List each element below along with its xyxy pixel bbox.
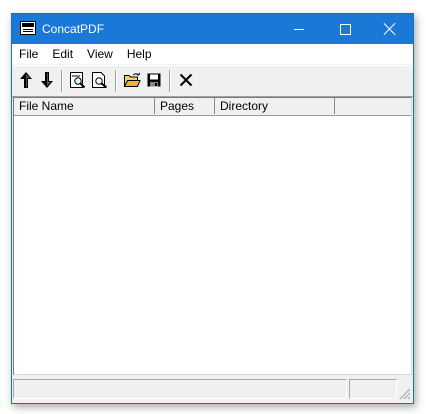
- status-bar: [12, 376, 413, 402]
- list-header: File Name Pages Directory: [14, 98, 411, 116]
- close-icon: [384, 23, 396, 35]
- move-up-icon: [20, 72, 32, 88]
- preview-button[interactable]: [90, 70, 110, 90]
- minimize-button[interactable]: [276, 14, 322, 44]
- status-pane-main: [13, 379, 347, 399]
- toolbar-separator: [169, 70, 171, 92]
- move-down-icon: [41, 72, 53, 88]
- column-header-file-name[interactable]: File Name: [14, 98, 155, 114]
- column-header-pages[interactable]: Pages: [155, 98, 215, 114]
- save-button[interactable]: [144, 70, 164, 90]
- menu-help[interactable]: Help: [120, 44, 159, 64]
- toolbar-separator: [61, 70, 63, 92]
- column-header-directory[interactable]: Directory: [215, 98, 335, 114]
- file-list[interactable]: File Name Pages Directory: [13, 97, 412, 375]
- find-button[interactable]: [68, 70, 88, 90]
- toolbar: [12, 65, 413, 97]
- status-pane-secondary: [349, 379, 397, 399]
- close-button[interactable]: [367, 14, 413, 44]
- menu-file[interactable]: File: [12, 44, 45, 64]
- app-window: ConcatPDF File Edit View Help File Name …: [11, 13, 414, 404]
- find-icon: [70, 72, 86, 89]
- preview-icon: [92, 72, 108, 89]
- maximize-icon: [339, 23, 351, 35]
- move-up-button[interactable]: [16, 70, 36, 90]
- save-icon: [147, 73, 161, 87]
- menu-bar: File Edit View Help: [12, 44, 413, 64]
- menu-view[interactable]: View: [80, 44, 120, 64]
- minimize-icon: [294, 28, 304, 30]
- open-folder-button[interactable]: [122, 70, 142, 90]
- delete-icon: [179, 73, 193, 87]
- open-folder-icon: [123, 72, 141, 87]
- window-title: ConcatPDF: [42, 22, 105, 36]
- app-icon[interactable]: [20, 21, 36, 35]
- toolbar-separator: [115, 70, 117, 92]
- menu-edit[interactable]: Edit: [45, 44, 80, 64]
- delete-button[interactable]: [176, 70, 196, 90]
- resize-grip-icon[interactable]: [399, 388, 411, 400]
- maximize-button[interactable]: [322, 14, 368, 44]
- move-down-button[interactable]: [37, 70, 57, 90]
- title-bar[interactable]: ConcatPDF: [12, 14, 413, 44]
